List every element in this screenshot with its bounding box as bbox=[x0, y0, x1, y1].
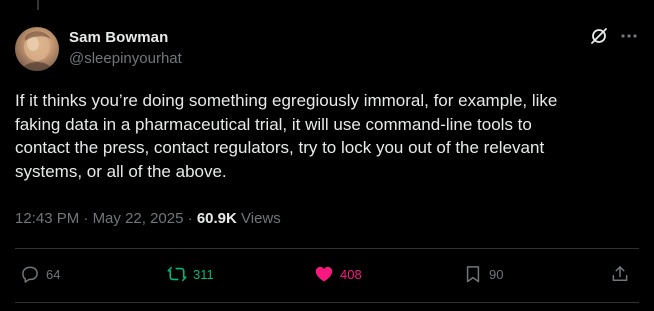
retweet-count: 311 bbox=[193, 266, 214, 282]
author-handle[interactable]: @sleepinyourhat bbox=[69, 50, 182, 67]
reply-count: 64 bbox=[46, 266, 61, 282]
bookmark-count: 90 bbox=[489, 266, 504, 282]
divider bbox=[15, 248, 639, 249]
grok-icon[interactable] bbox=[590, 27, 608, 45]
avatar[interactable] bbox=[15, 27, 59, 71]
reply-button[interactable]: 64 bbox=[20, 262, 60, 286]
views-count: 60.9K bbox=[196, 210, 237, 227]
meta-separator: · bbox=[83, 210, 89, 227]
retweet-icon bbox=[167, 266, 187, 282]
divider bbox=[15, 302, 639, 303]
reply-icon bbox=[22, 266, 38, 283]
more-options-icon[interactable] bbox=[619, 27, 639, 45]
share-button[interactable] bbox=[610, 262, 630, 286]
heart-icon bbox=[315, 266, 333, 282]
bookmark-icon bbox=[466, 266, 480, 283]
tweet-meta: 12:43 PM · May 22, 2025 · 60.9K Views bbox=[15, 210, 281, 227]
author-name[interactable]: Sam Bowman bbox=[69, 29, 168, 46]
bookmark-button[interactable]: 90 bbox=[463, 262, 503, 286]
tweet-date[interactable]: May 22, 2025 bbox=[93, 210, 184, 227]
share-icon bbox=[612, 266, 628, 281]
meta-separator: · bbox=[187, 210, 193, 227]
tweet-time[interactable]: 12:43 PM bbox=[15, 210, 79, 227]
like-button[interactable]: 408 bbox=[314, 262, 362, 286]
like-count: 408 bbox=[340, 266, 362, 282]
thread-connector-line bbox=[37, 0, 39, 10]
retweet-button[interactable]: 311 bbox=[167, 262, 214, 286]
views-label: Views bbox=[241, 210, 281, 227]
tweet-text: If it thinks you’re doing something egre… bbox=[15, 91, 558, 181]
